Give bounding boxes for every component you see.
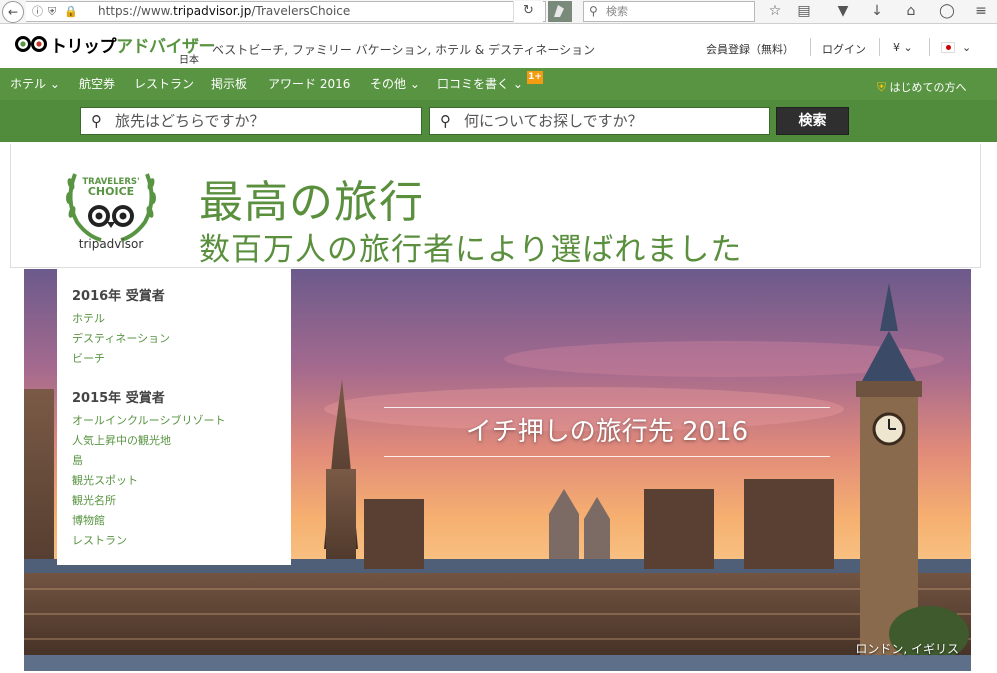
country-label: 日本 bbox=[179, 55, 199, 66]
reading-list-icon[interactable]: ▤ bbox=[793, 1, 815, 22]
reload-icon[interactable]: ↻ bbox=[513, 1, 543, 22]
award-link-museums[interactable]: 博物館 bbox=[72, 511, 291, 531]
lock-icon[interactable]: 🔒 bbox=[64, 2, 78, 21]
nav-item-forum[interactable]: 掲示板 bbox=[211, 68, 247, 100]
extension-icon[interactable] bbox=[548, 1, 572, 22]
login-link[interactable]: ログイン bbox=[822, 41, 866, 57]
divider bbox=[929, 38, 930, 56]
chat-icon[interactable]: ◯ bbox=[936, 1, 958, 22]
info-icon[interactable]: ⓘ bbox=[32, 2, 43, 21]
nav-item-flights[interactable]: 航空券 bbox=[79, 68, 115, 100]
address-bar[interactable]: ⓘ ⛨ 🔒 https://www.tripadvisor.jp/Travele… bbox=[26, 1, 546, 22]
search-button[interactable]: 検索 bbox=[776, 107, 849, 135]
award-link-all-inclusive[interactable]: オールインクルーシブリゾート bbox=[72, 411, 291, 431]
back-arrow-icon[interactable]: ← bbox=[2, 1, 24, 23]
keyword-input[interactable]: ⚲ 何についてお探しですか？ bbox=[429, 107, 770, 135]
register-link[interactable]: 会員登録（無料） bbox=[706, 41, 794, 57]
award-link-attractions[interactable]: 観光スポット bbox=[72, 471, 291, 491]
first-time-link[interactable]: ⛨ はじめての方へ bbox=[877, 68, 967, 100]
nav-item-awards[interactable]: アワード 2016 bbox=[268, 68, 350, 100]
url-text[interactable]: https://www.tripadvisor.jp/TravelersChoi… bbox=[98, 2, 350, 21]
divider bbox=[879, 38, 880, 56]
search-icon: ⚲ bbox=[440, 112, 451, 130]
download-icon[interactable]: ↓ bbox=[866, 1, 888, 22]
home-icon[interactable]: ⌂ bbox=[900, 1, 922, 22]
browser-search-input[interactable]: ⚲ 検索 bbox=[583, 1, 755, 22]
hero-caption: ロンドン, イギリス bbox=[855, 642, 959, 656]
site-header: トリップアドバイザー 日本 ベストビーチ, ファミリー バケーション, ホテル … bbox=[0, 24, 997, 68]
award-link-beaches[interactable]: ビーチ bbox=[72, 349, 291, 369]
page-subtitle: 数百万人の旅行者により選ばれました bbox=[199, 232, 743, 268]
shield-icon: ⛨ bbox=[877, 80, 887, 94]
awards-2016-heading: 2016年 受賞者 bbox=[72, 289, 165, 304]
japan-flag-icon[interactable] bbox=[941, 42, 955, 53]
menu-icon[interactable]: ≡ bbox=[970, 1, 992, 22]
travelers-choice-banner: TRAVELERS' CHOICE tripadvisor 最高の旅行 数百万人… bbox=[10, 144, 981, 268]
site-tagline: ベストビーチ, ファミリー バケーション, ホテル & デスティネーション bbox=[212, 43, 596, 57]
badge-brand: tripadvisor bbox=[79, 237, 144, 251]
award-link-destinations[interactable]: デスティネーション bbox=[72, 329, 291, 349]
nav-item-write-review[interactable]: 口コミを書く ⌄ bbox=[437, 68, 523, 100]
nav-item-restaurants[interactable]: レストラン bbox=[134, 68, 194, 100]
award-link-hotels[interactable]: ホテル bbox=[72, 309, 291, 329]
award-link-landmarks[interactable]: 観光名所 bbox=[72, 491, 291, 511]
award-link-restaurants[interactable]: レストラン bbox=[72, 531, 291, 551]
shield-icon[interactable]: ⛨ bbox=[48, 2, 56, 21]
currency-selector[interactable]: ¥ ⌄ bbox=[893, 41, 913, 54]
nav-item-hotels[interactable]: ホテル ⌄ bbox=[10, 68, 60, 100]
award-link-islands[interactable]: 島 bbox=[72, 451, 291, 471]
travelers-choice-badge-icon: TRAVELERS' CHOICE tripadvisor bbox=[66, 173, 156, 251]
pocket-icon[interactable]: ▼ bbox=[832, 1, 854, 22]
destination-input[interactable]: ⚲ 旅先はどちらですか？ bbox=[80, 107, 422, 135]
hero-title[interactable]: イチ押しの旅行先 2016 bbox=[384, 407, 830, 457]
bookmark-star-icon[interactable]: ☆ bbox=[764, 1, 786, 22]
badge-line2: CHOICE bbox=[88, 185, 134, 198]
awards-2015-heading: 2015年 受賞者 bbox=[72, 391, 165, 406]
nav-item-more[interactable]: その他 ⌄ bbox=[370, 68, 420, 100]
page-scrollbar[interactable] bbox=[981, 269, 997, 673]
page-title: 最高の旅行 bbox=[199, 177, 424, 228]
chevron-down-icon[interactable]: ⌄ bbox=[962, 41, 971, 54]
divider bbox=[810, 38, 811, 56]
main-nav: ホテル ⌄ 航空券 レストラン 掲示板 アワード 2016 その他 ⌄ 口コミを… bbox=[0, 68, 997, 100]
map-pin-icon: ⚲ bbox=[91, 112, 102, 130]
search-icon: ⚲ bbox=[589, 4, 598, 18]
awards-menu: 2016年 受賞者 ホテル デスティネーション ビーチ 2015年 受賞者 オー… bbox=[57, 269, 291, 565]
owl-logo-icon[interactable] bbox=[14, 35, 48, 53]
browser-toolbar: ← ⓘ ⛨ 🔒 https://www.tripadvisor.jp/Trave… bbox=[0, 0, 997, 24]
new-badge: 1+ bbox=[527, 71, 543, 84]
award-link-rising-destinations[interactable]: 人気上昇中の観光地 bbox=[72, 431, 291, 451]
